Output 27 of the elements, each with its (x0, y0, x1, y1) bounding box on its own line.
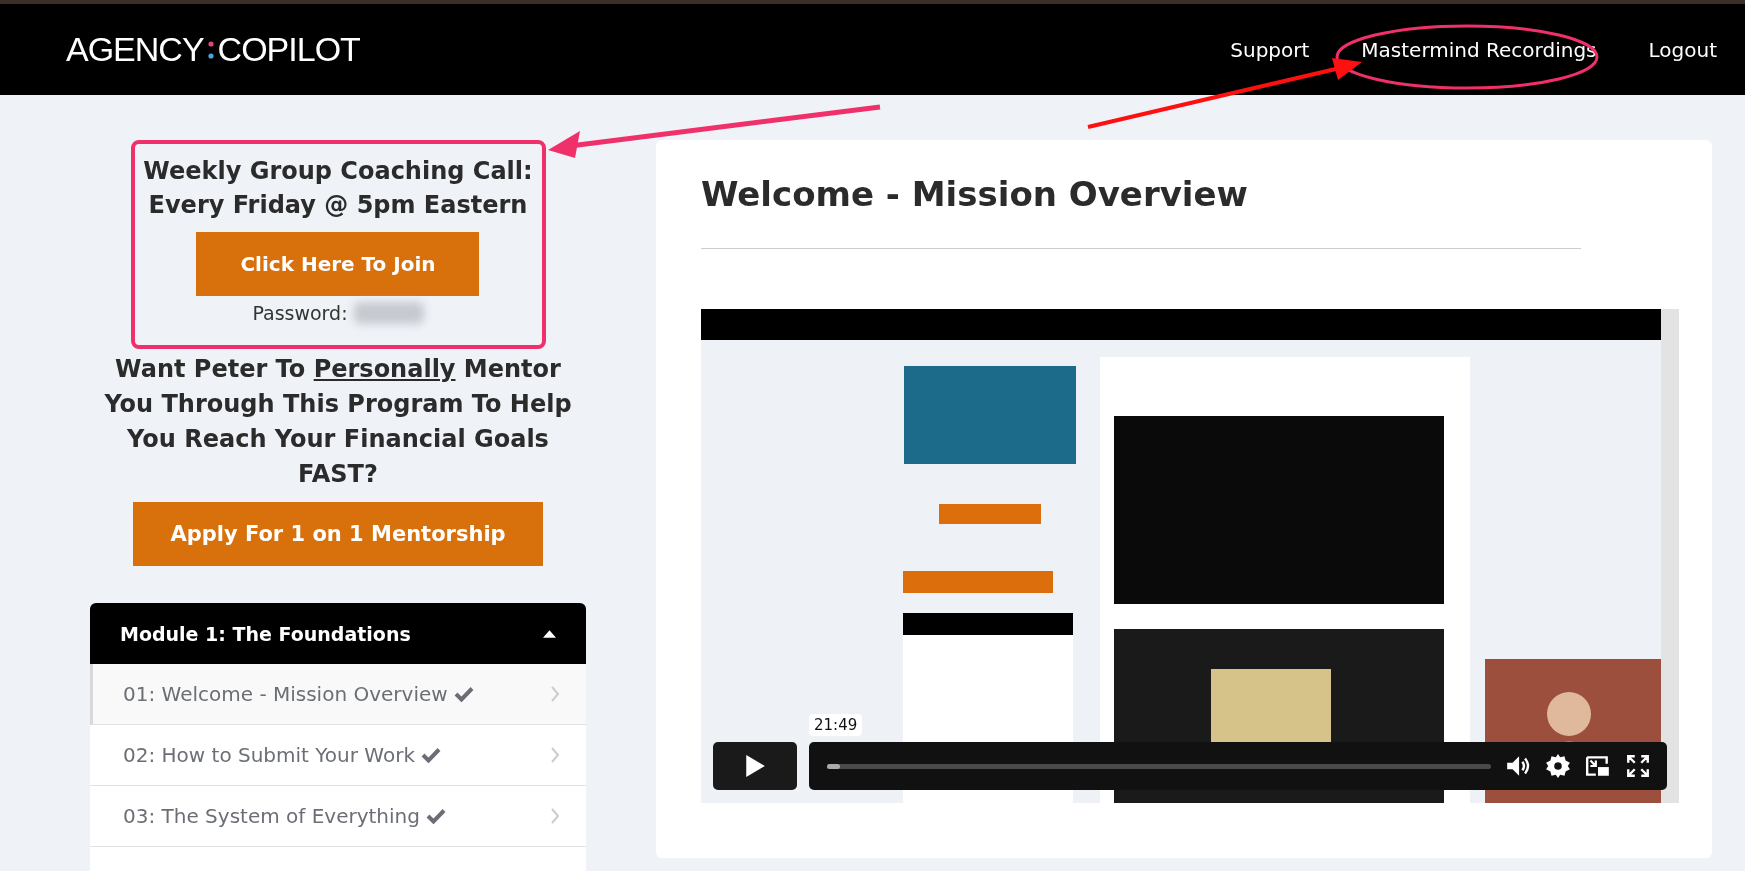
lesson-title: 03: The System of Everything (123, 804, 420, 828)
play-icon (744, 754, 766, 778)
coaching-call-heading: Weekly Group Coaching Call: Every Friday @ 5pm Eastern (143, 156, 533, 221)
play-button[interactable] (713, 742, 797, 790)
time-tooltip: 21:49 (809, 714, 863, 736)
lesson-item[interactable]: 02: How to Submit Your Work (90, 725, 586, 786)
fullscreen-icon[interactable] (1625, 753, 1651, 779)
settings-icon[interactable] (1545, 753, 1571, 779)
chevron-right-icon (550, 807, 560, 825)
lesson-title: 02: How to Submit Your Work (123, 743, 415, 767)
lesson-title: 01: Welcome - Mission Overview (123, 682, 448, 706)
mentor-pitch: Want Peter To Personally Mentor You Through This Program To Help You Reach Your Financial Goals FAST? (103, 354, 573, 490)
lesson-item[interactable]: 03: The System of Everything (90, 786, 586, 847)
nav-link[interactable]: Logout (1648, 37, 1717, 62)
colon-dots-icon (207, 38, 214, 61)
module-title: Module 1: The Foundations (120, 622, 411, 645)
password-label: Password: (252, 302, 348, 324)
blurred-password (353, 302, 424, 324)
nav-link[interactable]: Support (1230, 37, 1310, 62)
logo[interactable]: AGENCY COPILOT (66, 30, 360, 69)
lesson-item[interactable]: 01: Welcome - Mission Overview (90, 664, 586, 725)
chevron-right-icon (550, 685, 560, 703)
picture-in-picture-icon[interactable] (1585, 753, 1611, 779)
lesson-heading: Welcome - Mission Overview (701, 173, 1249, 216)
module-header[interactable]: Module 1: The Foundations (90, 603, 586, 664)
seek-slider[interactable] (827, 763, 1491, 769)
chevron-right-icon (550, 746, 560, 764)
